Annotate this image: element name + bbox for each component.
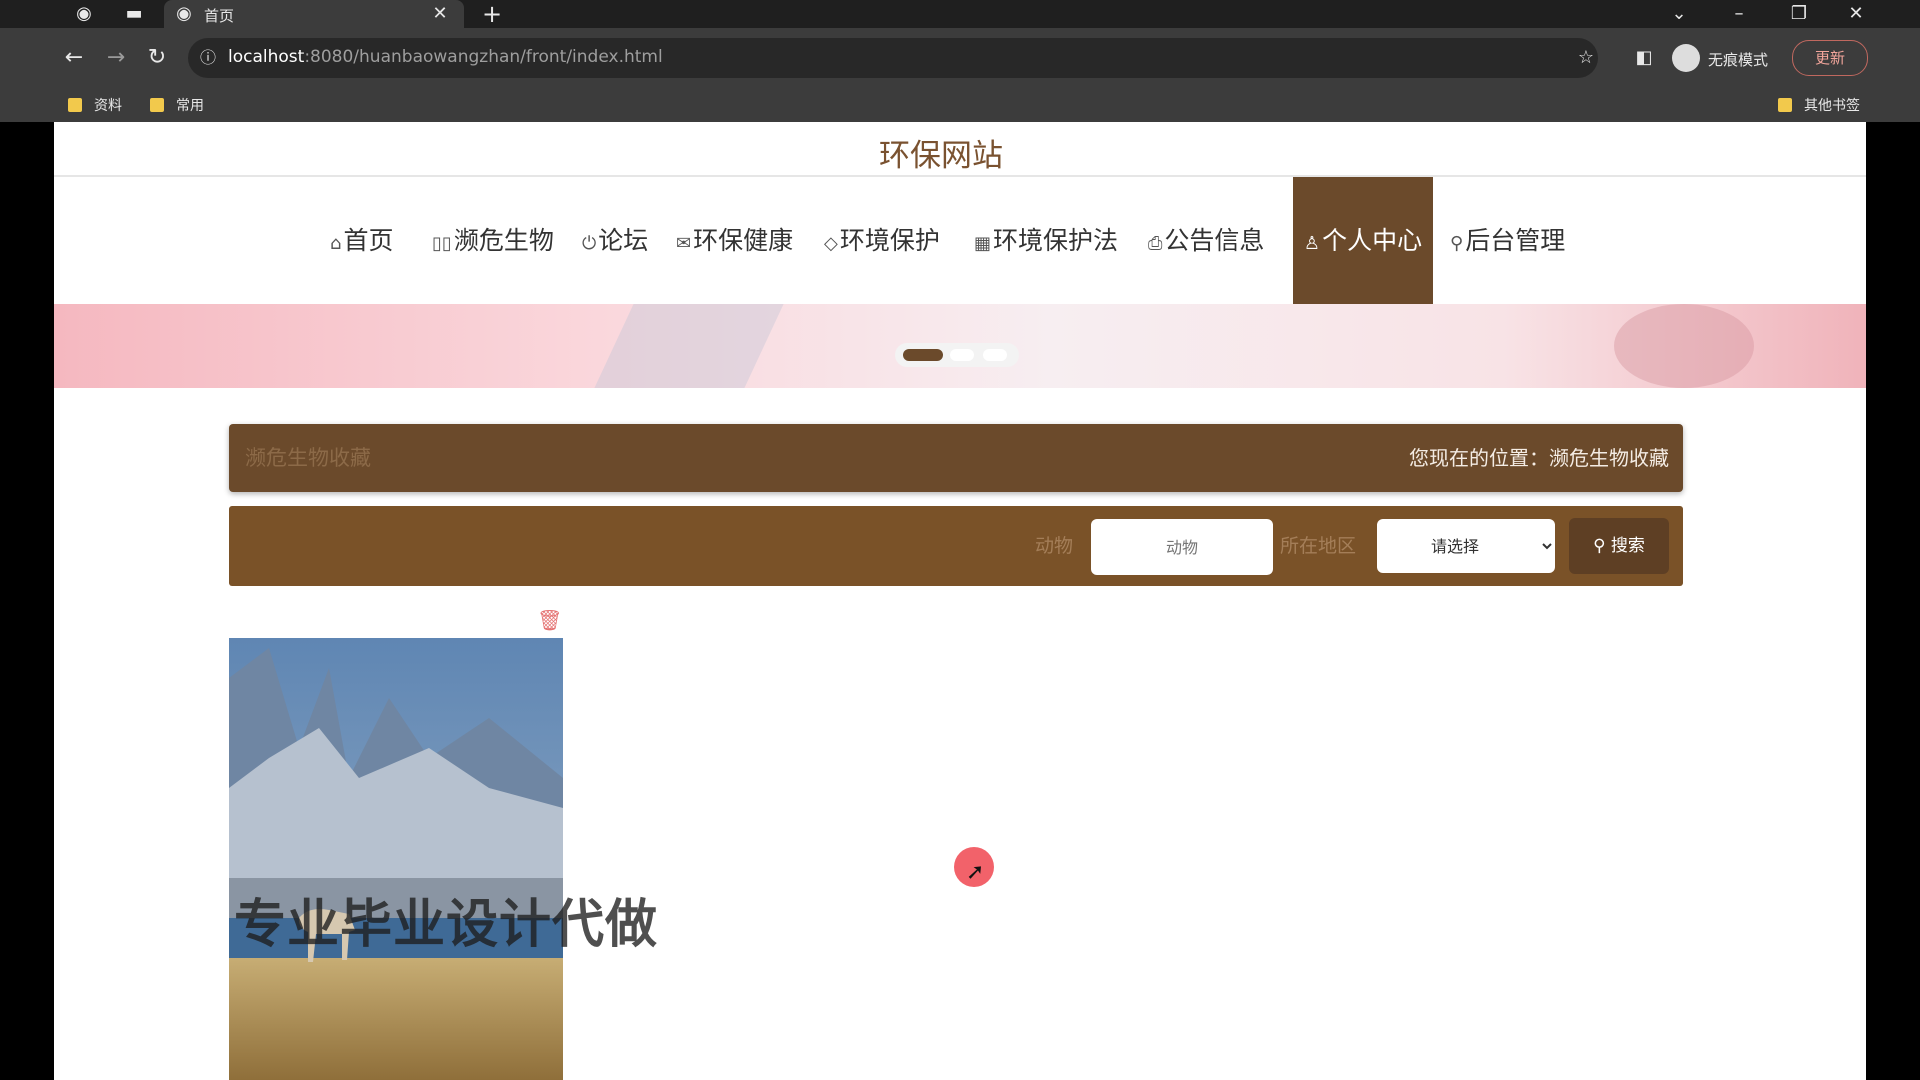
nav-item-endangered[interactable]: ▯▯濒危生物 [432, 177, 554, 304]
site-header: 环保网站 [54, 122, 1866, 177]
nav-item-law[interactable]: ▦环境保护法 [974, 177, 1118, 304]
nav-label: 公告信息 [1164, 226, 1265, 255]
back-icon[interactable]: ← [60, 44, 88, 72]
carousel-dot[interactable] [950, 349, 974, 361]
nav-item-protection[interactable]: ◇环境保护 [824, 177, 940, 304]
home-icon: ⌂ [330, 233, 342, 254]
animal-label: 动物 [1035, 535, 1074, 557]
mouse-pointer-icon: ➚ [966, 860, 985, 885]
nav-label: 环境保护 [839, 226, 940, 255]
nav-label: 环保健康 [693, 226, 794, 255]
close-window-icon[interactable]: ✕ [1842, 0, 1870, 28]
incognito-icon [1672, 44, 1700, 72]
watermark-text: 专业毕业设计代做 [234, 895, 659, 955]
main-nav: ⌂首页 ▯▯濒危生物 ⏻论坛 ✉环保健康 ◇环境保护 ▦环境保护法 ⎙公告信息 … [54, 177, 1866, 304]
nav-label: 个人中心 [1322, 226, 1423, 255]
update-button[interactable]: 更新 [1792, 40, 1868, 76]
tab-favicon-icon: ◉ [176, 3, 192, 24]
region-label: 所在地区 [1280, 535, 1357, 557]
nav-label: 环境保护法 [993, 226, 1119, 255]
carousel-indicators [895, 343, 1019, 367]
carousel-dot-active[interactable] [903, 349, 943, 361]
nav-item-forum[interactable]: ⏻论坛 [582, 177, 648, 304]
user-icon: ♙ [1303, 233, 1321, 254]
breadcrumb-position: 您现在的位置：濒危生物收藏 [1409, 446, 1669, 470]
animal-input[interactable] [1091, 519, 1273, 575]
banner-decoration [594, 304, 784, 388]
screen-border [1866, 122, 1920, 1080]
mail-icon: ✉ [676, 233, 692, 254]
new-tab-icon[interactable]: + [478, 0, 506, 28]
power-icon: ⏻ [582, 233, 597, 254]
trash-icon[interactable]: 🗑 [537, 608, 562, 632]
search-bar: 动物 所在地区 请选择 ⚲ 搜索 [229, 506, 1683, 586]
site-title: 环保网站 [879, 138, 1003, 174]
restore-icon[interactable]: ❐ [1785, 0, 1813, 28]
other-bookmarks[interactable]: 其他书签 [1804, 95, 1860, 115]
search-icon: ⚲ [1593, 536, 1606, 556]
folder-icon [1778, 98, 1792, 112]
star-icon[interactable]: ☆ [1574, 44, 1598, 72]
nav-item-admin[interactable]: ⚲后台管理 [1450, 177, 1565, 304]
nav-label: 论坛 [598, 226, 649, 255]
page-title: 濒危生物收藏 [245, 446, 371, 470]
nav-item-notice[interactable]: ⎙公告信息 [1148, 177, 1264, 304]
reload-icon[interactable]: ↻ [143, 44, 171, 72]
grid-icon: ▦ [974, 233, 992, 254]
profile-label[interactable]: 无痕模式 [1708, 49, 1768, 70]
book-icon: ▯▯ [432, 233, 452, 254]
forward-icon[interactable]: → [102, 44, 130, 72]
browser-menu-icon[interactable]: ◉ [70, 0, 98, 28]
browser-tab-strip: ◉ ▬ ◉ 首页 ✕ + ⌄ – ❐ ✕ [0, 0, 1920, 28]
tab-title: 首页 [204, 7, 235, 25]
bookmark-item[interactable]: 常用 [176, 95, 204, 115]
printer-icon: ⎙ [1148, 233, 1163, 254]
folder-icon [68, 98, 82, 112]
close-tab-icon[interactable]: ✕ [428, 0, 452, 28]
search-button-label: 搜索 [1610, 536, 1645, 556]
nav-label: 濒危生物 [453, 226, 554, 255]
folder-icon [150, 98, 164, 112]
search-button[interactable]: ⚲ 搜索 [1569, 518, 1669, 574]
link-icon: ⚲ [1450, 233, 1464, 254]
url-text: localhost:8080/huanbaowangzhan/front/ind… [228, 47, 663, 67]
nav-item-personal-center[interactable]: ♙个人中心 [1293, 177, 1433, 304]
favorite-animal-image[interactable] [229, 638, 563, 1080]
side-panel-icon[interactable]: ◧ [1630, 44, 1658, 72]
bookmark-item[interactable]: 资料 [94, 95, 122, 115]
bookmarks-bar: 资料 常用 其他书签 [0, 88, 1920, 122]
tab-search-icon[interactable]: ▬ [120, 0, 148, 28]
banner-decoration [1614, 304, 1754, 388]
animal-photo [229, 638, 563, 1080]
nav-item-home[interactable]: ⌂首页 [330, 177, 393, 304]
chevron-down-icon[interactable]: ⌄ [1665, 0, 1693, 28]
tag-icon: ◇ [824, 233, 838, 254]
nav-item-health[interactable]: ✉环保健康 [676, 177, 793, 304]
minimize-icon[interactable]: – [1725, 0, 1753, 28]
browser-tab[interactable]: ◉ 首页 ✕ [164, 0, 464, 28]
address-bar[interactable]: ⓘ localhost:8080/huanbaowangzhan/front/i… [188, 38, 1598, 78]
breadcrumb: 濒危生物收藏 您现在的位置：濒危生物收藏 [229, 424, 1683, 492]
nav-label: 首页 [343, 226, 394, 255]
carousel-dot[interactable] [983, 349, 1007, 361]
page-viewport: 环保网站 ⌂首页 ▯▯濒危生物 ⏻论坛 ✉环保健康 ◇环境保护 ▦环境保护法 ⎙… [54, 122, 1866, 1080]
region-select[interactable]: 请选择 [1377, 519, 1555, 573]
nav-label: 后台管理 [1465, 226, 1566, 255]
info-icon[interactable]: ⓘ [196, 44, 220, 72]
